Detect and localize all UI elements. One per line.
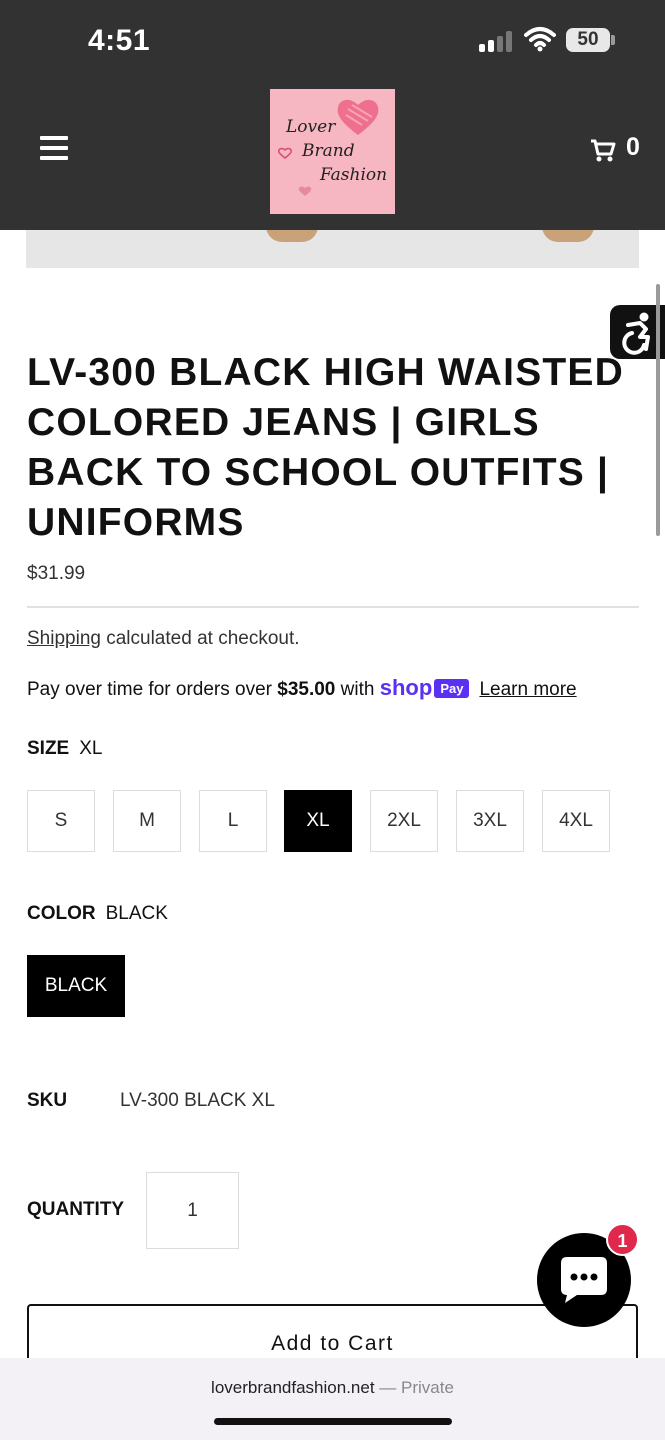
quantity-input[interactable]: [146, 1172, 239, 1249]
browser-address-bar[interactable]: [0, 1358, 665, 1440]
size-option-xl[interactable]: XL: [284, 790, 352, 852]
product-image-detail: [542, 230, 594, 242]
installments-suffix: with: [335, 679, 380, 700]
size-option-l[interactable]: L: [199, 790, 267, 852]
scrollbar[interactable]: [656, 284, 660, 536]
small-heart-icon: [278, 147, 292, 159]
cart-icon[interactable]: [590, 137, 616, 163]
logo-text-fashion: Fashion: [320, 165, 388, 185]
shop-pay-badge: Pay: [434, 679, 470, 698]
size-option-m[interactable]: M: [113, 790, 181, 852]
size-option-4xl[interactable]: 4XL: [542, 790, 610, 852]
small-heart-icon: [298, 186, 312, 196]
product-image-detail: [266, 230, 318, 242]
quantity-label: QUANTITY: [27, 1199, 125, 1220]
url-separator: —: [374, 1378, 402, 1397]
status-time: 4:51: [88, 24, 151, 57]
color-option-black[interactable]: BLACK: [27, 955, 125, 1017]
color-label: COLOR BLACK: [27, 903, 168, 925]
logo-text-lover: Lover: [286, 117, 336, 137]
wifi-icon: [524, 27, 556, 52]
cellular-signal-icon: [479, 30, 513, 52]
size-option-2xl[interactable]: 2XL: [370, 790, 438, 852]
product-title: LV-300 BLACK HIGH WAISTED COLORED JEANS …: [27, 351, 625, 544]
size-label-title: SIZE: [27, 738, 70, 759]
size-label: SIZE XL: [27, 738, 102, 760]
shipping-text: calculated at checkout.: [100, 628, 300, 649]
installments-threshold: $35.00: [277, 679, 336, 700]
store-logo[interactable]: Lover Brand Fashion: [270, 89, 395, 214]
divider: [27, 606, 639, 608]
color-selected-value: BLACK: [105, 903, 168, 924]
color-label-title: COLOR: [27, 903, 96, 924]
chat-notification-badge: 1: [606, 1223, 639, 1256]
battery-indicator: 50: [566, 28, 610, 52]
battery-cap: [611, 35, 615, 45]
shop-pay-logo: shop: [379, 675, 433, 700]
size-option-s[interactable]: S: [27, 790, 95, 852]
heart-icon: [337, 99, 379, 135]
sku-value: LV-300 BLACK XL: [120, 1090, 275, 1111]
shipping-link[interactable]: Shipping: [27, 628, 101, 649]
shipping-note: Shipping calculated at checkout.: [27, 628, 300, 650]
learn-more-link[interactable]: Learn more: [479, 679, 576, 700]
url-domain: loverbrandfashion.net: [211, 1378, 375, 1397]
private-mode-label: Private: [401, 1378, 454, 1397]
shop-pay-installments: Pay over time for orders over $35.00 wit…: [27, 675, 577, 701]
cart-count[interactable]: 0: [626, 133, 640, 162]
size-selected-value: XL: [79, 738, 103, 759]
product-image[interactable]: [26, 230, 639, 268]
menu-icon[interactable]: [38, 136, 70, 162]
home-indicator[interactable]: [214, 1418, 452, 1425]
logo-text-brand: Brand: [302, 141, 355, 161]
installments-prefix: Pay over time for orders over: [27, 679, 278, 700]
product-price: $31.99: [27, 563, 86, 584]
url-text[interactable]: loverbrandfashion.net — Private: [0, 1378, 665, 1398]
sku-label: SKU: [27, 1090, 68, 1111]
size-option-3xl[interactable]: 3XL: [456, 790, 524, 852]
